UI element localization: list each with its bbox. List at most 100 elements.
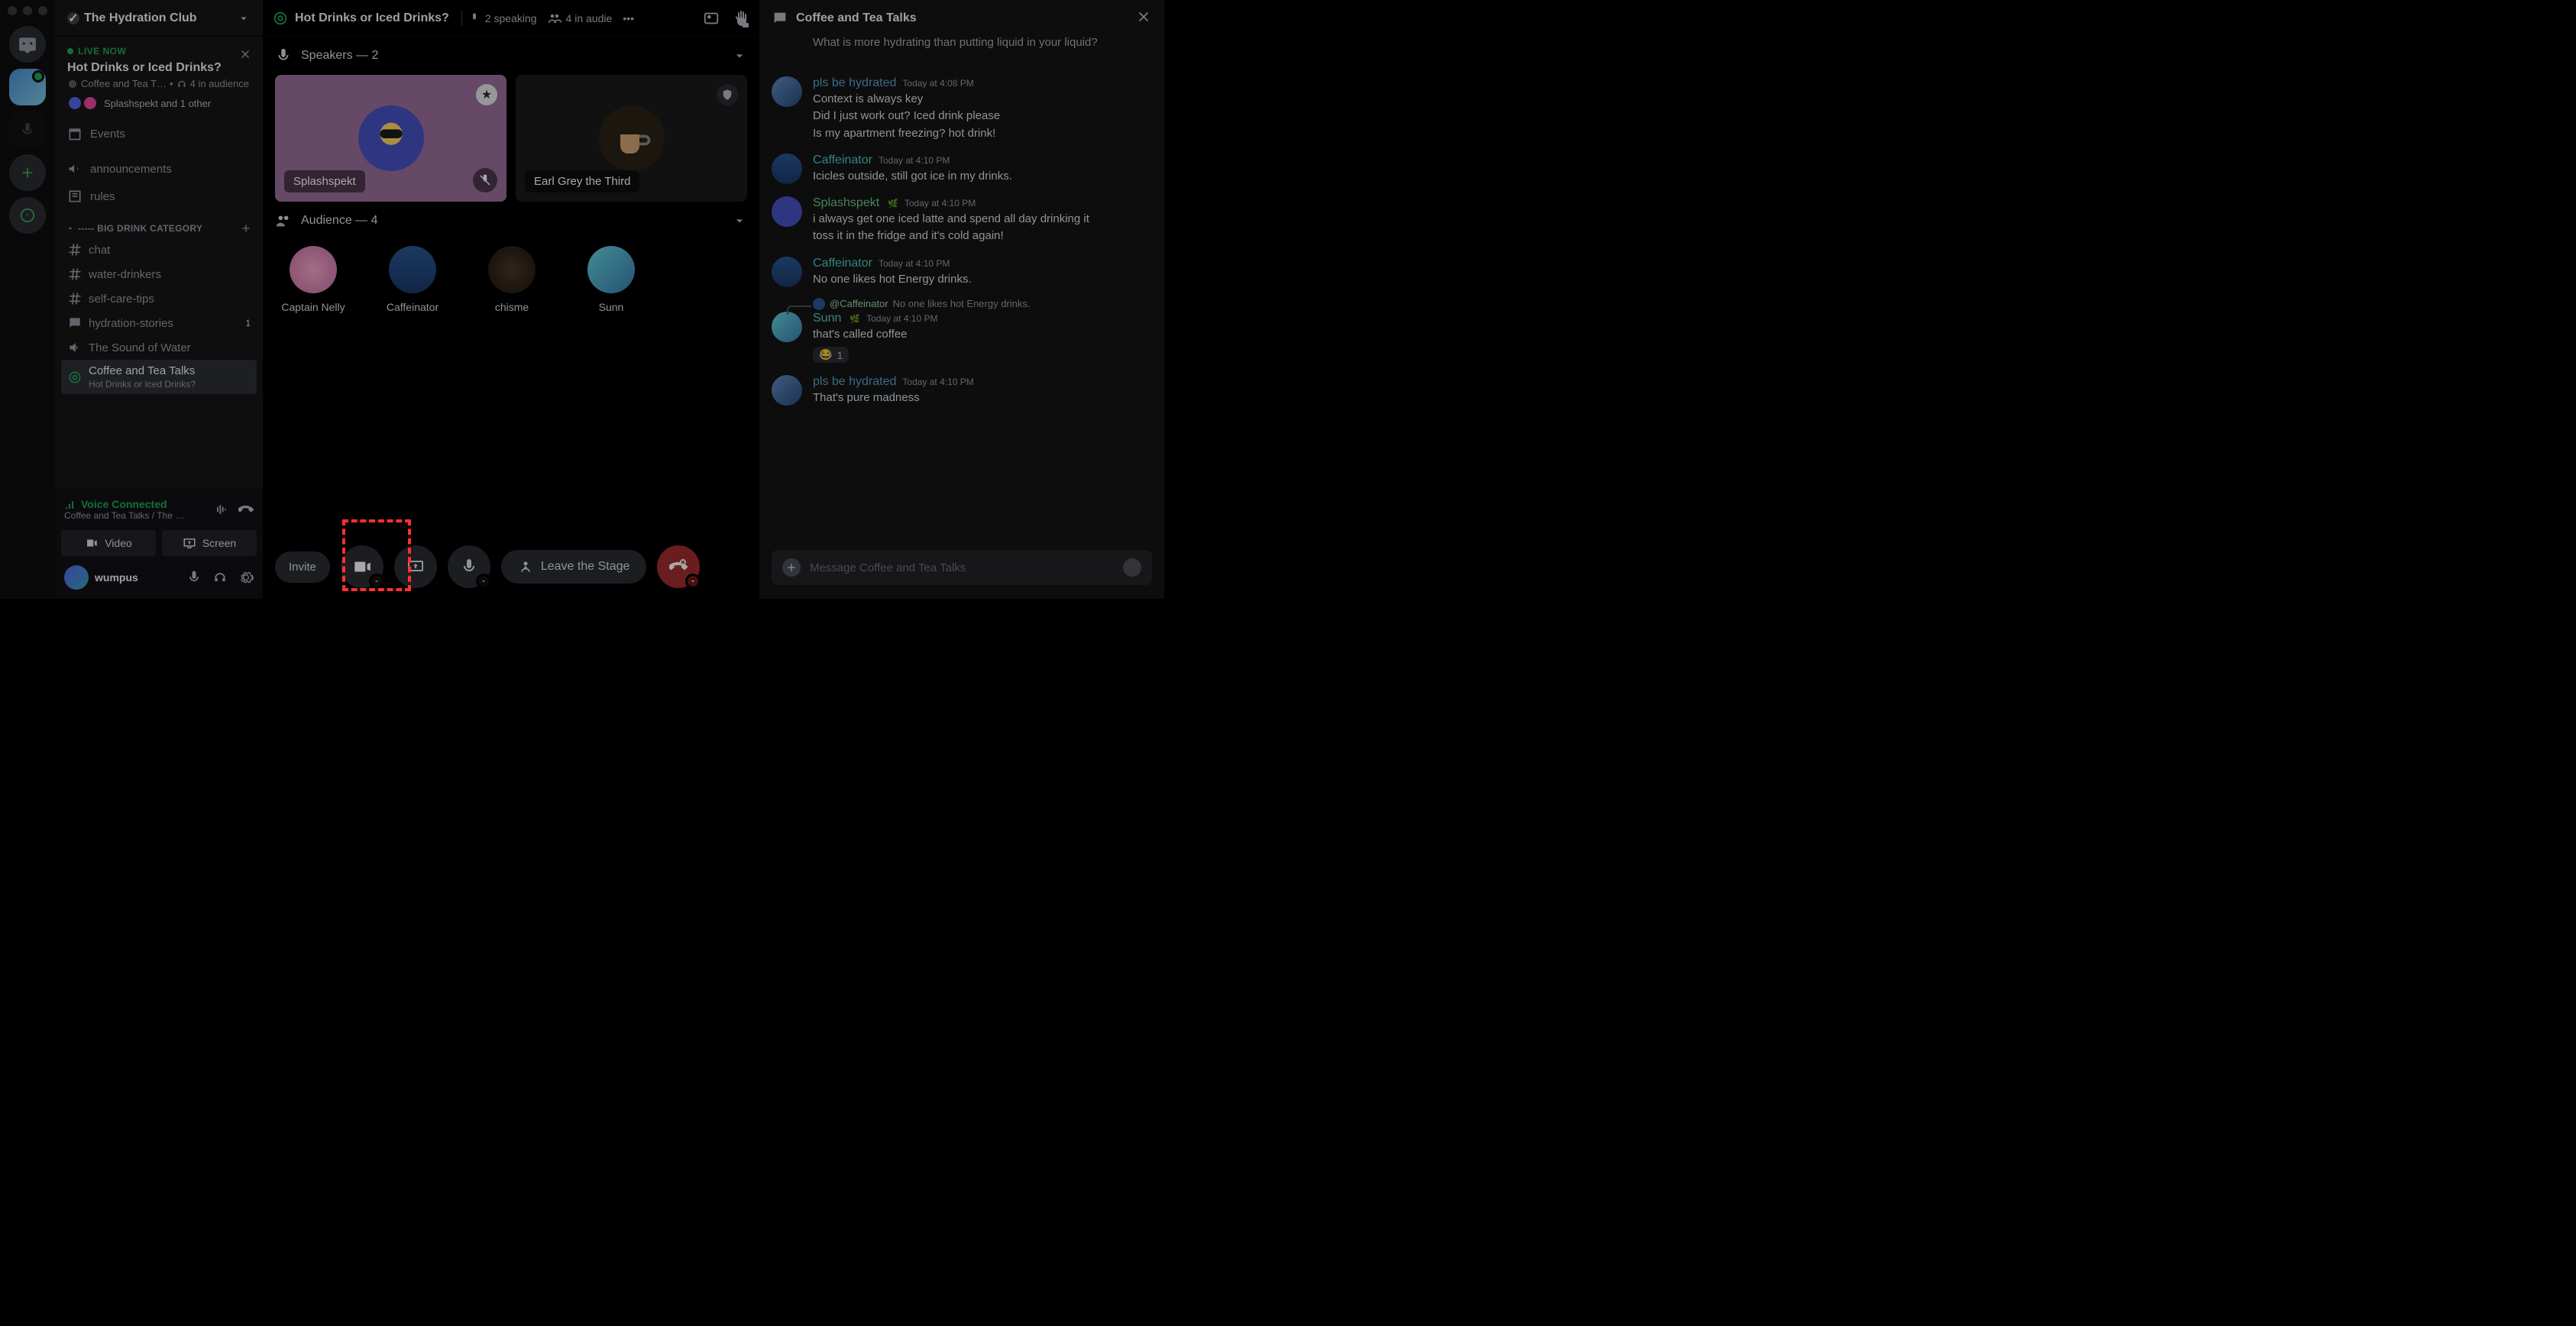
message-text: That's pure madness <box>813 390 1155 406</box>
voice-location: Coffee and Tea Talks / The … <box>64 510 208 521</box>
channel-label: hydration-stories <box>89 317 173 330</box>
server-hydration-icon[interactable] <box>9 69 46 105</box>
raise-hand-icon[interactable] <box>732 9 750 27</box>
mic-icon <box>468 12 481 24</box>
video-icon <box>352 557 372 577</box>
message-author[interactable]: Caffeinator <box>813 257 872 270</box>
noise-icon[interactable] <box>214 502 229 517</box>
speaker-card[interactable]: Earl Grey the Third <box>516 75 747 202</box>
chat-title: Coffee and Tea Talks <box>796 11 917 25</box>
chevron-down-icon[interactable] <box>476 574 491 589</box>
stage-icon <box>67 370 83 385</box>
add-server-button[interactable] <box>9 154 46 191</box>
more-icon[interactable]: ••• <box>623 12 634 24</box>
dm-home-icon[interactable] <box>9 26 46 63</box>
audience-member[interactable]: Sunn <box>581 246 642 313</box>
people-icon <box>275 212 292 229</box>
channel-announcements[interactable]: announcements <box>61 155 257 183</box>
hangup-button[interactable] <box>657 545 700 588</box>
headphones-icon[interactable] <box>212 570 228 585</box>
audience-section-header[interactable]: Audience — 4 <box>263 202 759 240</box>
message-author[interactable]: Caffeinator <box>813 154 872 167</box>
avatar[interactable] <box>772 196 802 227</box>
window-controls[interactable] <box>8 6 47 15</box>
stage-icon <box>67 79 78 89</box>
message-author[interactable]: Sunn <box>813 312 841 325</box>
settings-icon[interactable] <box>238 570 254 585</box>
speaker-card[interactable]: ★ Splashspekt <box>275 75 506 202</box>
avatar[interactable] <box>772 154 802 184</box>
audience-member[interactable]: Captain Nelly <box>283 246 344 313</box>
username[interactable]: wumpus <box>95 571 180 584</box>
explore-button[interactable] <box>9 197 46 234</box>
channel-water[interactable]: water-drinkers <box>61 262 257 286</box>
avatar[interactable] <box>772 312 802 342</box>
reply-text: No one likes hot Energy drinks. <box>893 298 1031 309</box>
avatar[interactable] <box>772 257 802 287</box>
channel-coffee[interactable]: Coffee and Tea Talks Hot Drinks or Iced … <box>61 360 257 394</box>
user-panel: Voice Connected Coffee and Tea Talks / T… <box>55 489 263 599</box>
events-nav[interactable]: Events <box>61 120 257 147</box>
channel-stories[interactable]: hydration-stories 1 <box>61 311 257 335</box>
close-icon[interactable] <box>1135 8 1152 29</box>
message: pls be hydratedToday at 4:08 PM Context … <box>772 76 1155 107</box>
invite-button[interactable]: Invite <box>275 551 330 583</box>
channel-rules[interactable]: rules <box>61 183 257 210</box>
channel-chat[interactable]: chat <box>61 238 257 262</box>
emoji-icon: 😂 <box>819 348 832 361</box>
leaf-icon: 🌿 <box>849 314 860 324</box>
disconnect-icon[interactable] <box>238 502 254 517</box>
signal-icon <box>64 498 76 510</box>
close-icon[interactable] <box>238 47 252 65</box>
screen-icon <box>183 536 196 550</box>
invite-label: Invite <box>289 561 316 574</box>
add-channel-icon[interactable] <box>240 222 252 234</box>
server-name: The Hydration Club <box>84 11 197 25</box>
mic-button[interactable] <box>448 545 490 588</box>
audience-member[interactable]: chisme <box>481 246 542 313</box>
message-time: Today at 4:10 PM <box>866 313 937 324</box>
leaf-icon: 🌿 <box>888 199 898 209</box>
message-text: Context is always key <box>813 92 1155 107</box>
screenshare-button[interactable] <box>394 545 437 588</box>
emoji-picker-icon[interactable] <box>1123 558 1141 577</box>
category-label: ----- BIG DRINK CATEGORY <box>78 223 202 234</box>
reply-indicator[interactable]: @Caffeinator No one likes hot Energy dri… <box>813 298 1155 310</box>
moderator-badge-icon: ★ <box>476 84 497 105</box>
picture-icon[interactable] <box>703 10 720 27</box>
channel-selfcare[interactable]: self-care-tips <box>61 286 257 311</box>
avatar[interactable] <box>772 76 802 107</box>
mic-icon[interactable] <box>186 570 202 585</box>
leave-stage-button[interactable]: Leave the Stage <box>501 550 647 584</box>
screen-button[interactable]: Screen <box>162 530 257 556</box>
message-input[interactable]: Message Coffee and Tea Talks <box>772 550 1152 585</box>
message-author[interactable]: Splashspekt <box>813 196 879 210</box>
reaction[interactable]: 😂1 <box>813 347 849 363</box>
speaker-icon <box>67 340 83 355</box>
server-header[interactable]: ✓ The Hydration Club <box>55 0 263 37</box>
add-attachment-icon[interactable] <box>782 558 801 577</box>
avatar <box>599 105 665 171</box>
chevron-down-icon <box>237 11 251 25</box>
audience-member[interactable]: Caffeinator <box>382 246 443 313</box>
avatar <box>488 246 536 293</box>
channel-sound[interactable]: The Sound of Water <box>61 335 257 360</box>
message-text: toss it in the fridge and it's cold agai… <box>813 228 1155 244</box>
speakers-section-header[interactable]: Speakers — 2 <box>263 37 759 75</box>
server-mic-icon[interactable] <box>9 112 46 148</box>
avatar[interactable] <box>64 565 89 590</box>
live-stage-card[interactable]: LIVE NOW Hot Drinks or Iced Drinks? Coff… <box>55 37 263 120</box>
message-author[interactable]: pls be hydrated <box>813 76 896 90</box>
avatar[interactable] <box>772 375 802 406</box>
message: CaffeinatorToday at 4:10 PM No one likes… <box>772 257 1155 287</box>
stage-header: Hot Drinks or Iced Drinks? 2 speaking 4 … <box>263 0 759 37</box>
message-author[interactable]: pls be hydrated <box>813 375 896 389</box>
unread-badge: 1 <box>245 318 251 328</box>
channel-label: rules <box>90 190 115 203</box>
video-button[interactable]: Video <box>61 530 156 556</box>
channel-category[interactable]: ----- BIG DRINK CATEGORY <box>61 210 257 238</box>
chevron-down-icon[interactable] <box>685 574 701 589</box>
chevron-down-icon[interactable] <box>369 574 384 589</box>
screen-icon <box>406 558 425 576</box>
camera-button[interactable] <box>341 545 383 588</box>
